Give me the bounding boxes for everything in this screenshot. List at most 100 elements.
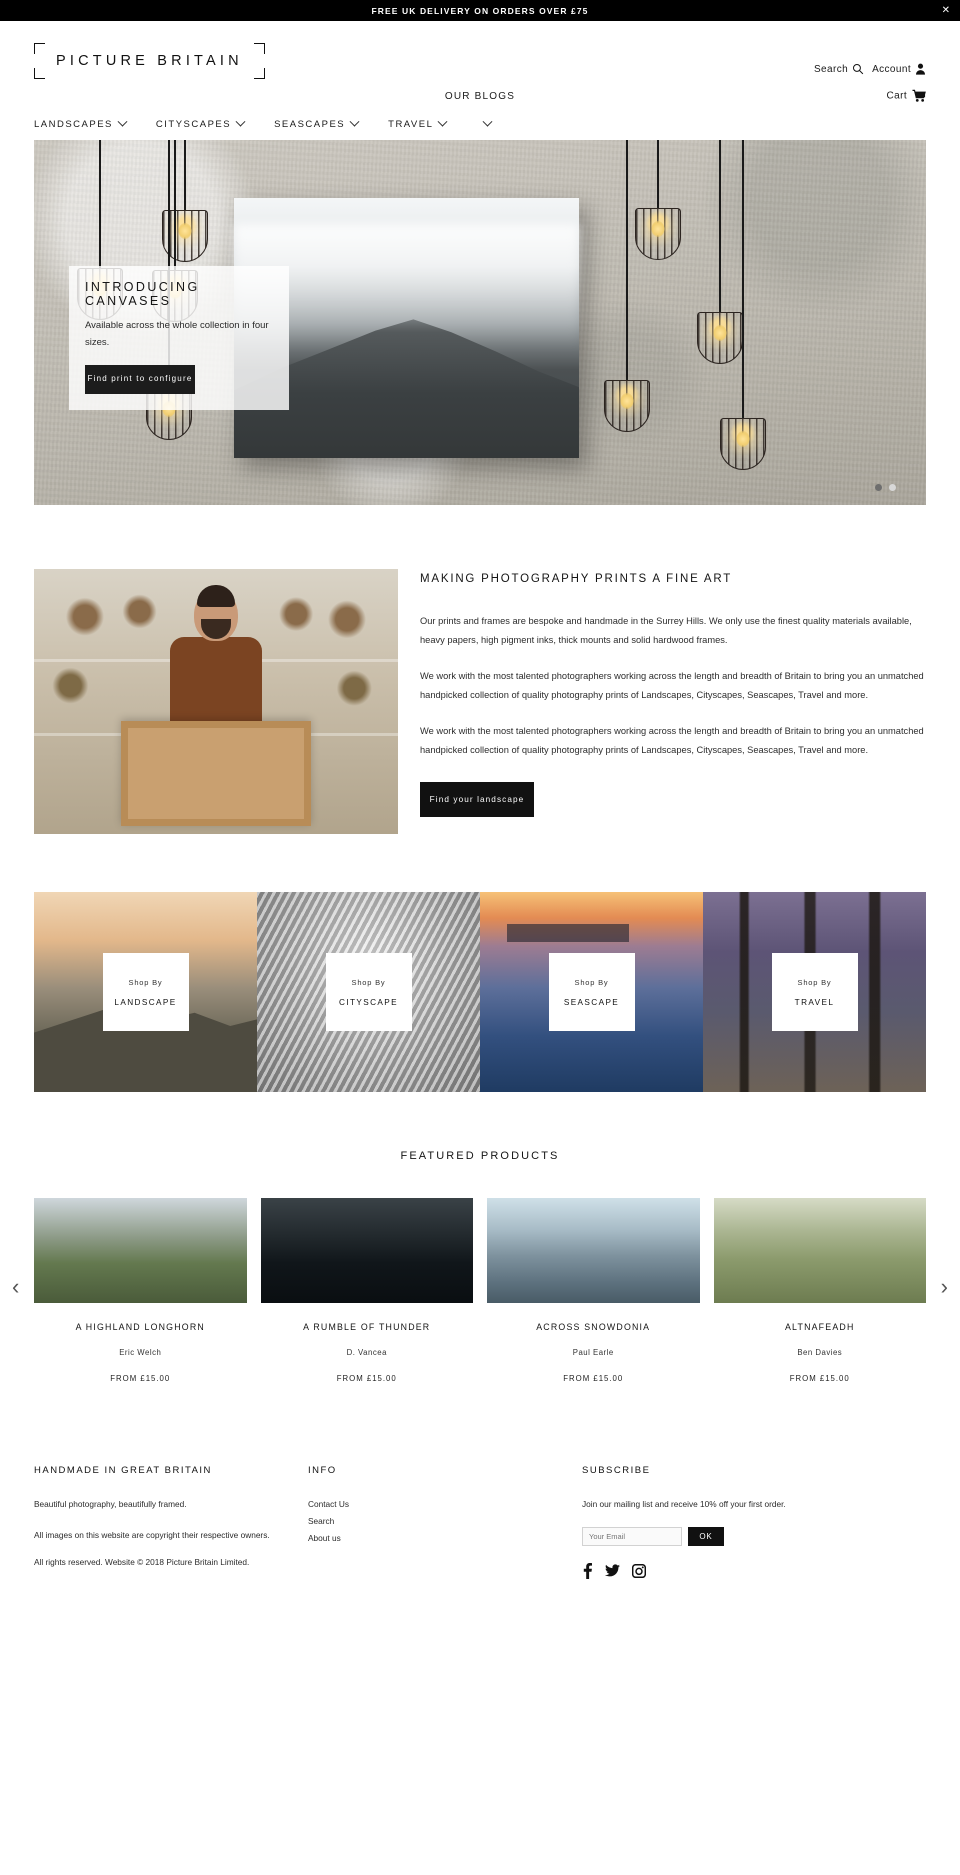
about-text-block: MAKING PHOTOGRAPHY PRINTS A FINE ART Our… <box>420 569 926 834</box>
subscribe-ok-button[interactable]: OK <box>688 1526 724 1546</box>
subscribe-form: OK <box>582 1526 926 1546</box>
nav-item-travel[interactable]: TRAVEL <box>388 116 448 130</box>
featured-products-carousel: ‹ › A HIGHLAND LONGHORN Eric Welch FROM … <box>0 1198 960 1383</box>
blog-row: OUR BLOGS Cart <box>0 79 960 113</box>
product-card[interactable]: ALTNAFEADH Ben Davies FROM £15.00 <box>713 1198 926 1383</box>
product-card[interactable]: ACROSS SNOWDONIA Paul Earle FROM £15.00 <box>487 1198 700 1383</box>
facebook-icon[interactable] <box>582 1562 593 1579</box>
nav-item-landscapes[interactable]: LANDSCAPES <box>34 116 128 130</box>
pendant-lamp-icon <box>604 140 650 432</box>
product-name: ALTNAFEADH <box>784 1322 855 1332</box>
picture-frame-box <box>121 721 311 826</box>
product-image <box>34 1198 247 1303</box>
hero-dot-1[interactable] <box>875 484 882 491</box>
product-name: ACROSS SNOWDONIA <box>536 1322 651 1332</box>
logo-corner-bottom-right-icon <box>253 68 265 79</box>
category-tiles: Shop By LANDSCAPE Shop By CITYSCAPE Shop… <box>34 892 926 1092</box>
category-name: CITYSCAPE <box>338 997 398 1007</box>
product-name: A HIGHLAND LONGHORN <box>75 1322 205 1332</box>
footer-link-about-us[interactable]: About us <box>308 1530 558 1547</box>
logo-text: PICTURE BRITAIN <box>56 53 243 69</box>
product-image <box>713 1198 926 1303</box>
product-artist: D. Vancea <box>346 1348 387 1357</box>
product-artist: Paul Earle <box>572 1348 614 1357</box>
product-card[interactable]: A RUMBLE OF THUNDER D. Vancea FROM £15.0… <box>260 1198 473 1383</box>
about-paragraph-1: Our prints and frames are bespoke and ha… <box>420 616 912 646</box>
category-tile-seascape[interactable]: Shop By SEASCAPE <box>480 892 703 1092</box>
chevron-down-icon[interactable] <box>235 116 246 127</box>
chevron-down-icon[interactable] <box>437 116 448 127</box>
product-card[interactable]: A HIGHLAND LONGHORN Eric Welch FROM £15.… <box>34 1198 247 1383</box>
main-navigation: LANDSCAPES CITYSCAPES SEASCAPES TRAVEL <box>0 113 960 140</box>
category-tile-travel[interactable]: Shop By TRAVEL <box>703 892 926 1092</box>
hero-banner: INTRODUCING CANVASES Available across th… <box>34 140 926 505</box>
twitter-icon[interactable] <box>605 1564 620 1577</box>
product-price: FROM £15.00 <box>789 1374 850 1383</box>
product-price: FROM £15.00 <box>336 1374 397 1383</box>
person-hair <box>197 585 235 607</box>
footer-heading-info: INFO <box>308 1465 337 1476</box>
footer-link-contact-us[interactable]: Contact Us <box>308 1496 558 1513</box>
site-logo[interactable]: PICTURE BRITAIN <box>34 43 265 79</box>
pendant-lamp-icon <box>720 140 766 470</box>
site-header: PICTURE BRITAIN Search Account <box>0 21 960 79</box>
logo-corner-top-left-icon <box>34 43 45 54</box>
category-card: Shop By SEASCAPE <box>548 953 635 1031</box>
category-card: Shop By TRAVEL <box>771 953 858 1031</box>
category-tile-landscape[interactable]: Shop By LANDSCAPE <box>34 892 257 1092</box>
cart-link[interactable]: Cart <box>886 89 927 103</box>
logo-corner-top-right-icon <box>253 43 265 54</box>
nav-more-chevron-down-icon[interactable] <box>482 116 493 127</box>
search-label: Search <box>813 63 849 75</box>
email-field[interactable] <box>582 1526 682 1546</box>
about-title: MAKING PHOTOGRAPHY PRINTS A FINE ART <box>420 573 733 585</box>
footer-tagline: Beautiful photography, beautifully frame… <box>34 1499 187 1509</box>
footer-heading-handmade: HANDMADE IN GREAT BRITAIN <box>34 1465 212 1476</box>
shop-by-label: Shop By <box>797 977 832 987</box>
account-label: Account <box>872 63 911 75</box>
subscribe-description: Join our mailing list and receive 10% of… <box>582 1499 786 1509</box>
shop-by-label: Shop By <box>128 977 163 987</box>
person-head <box>194 585 238 641</box>
featured-products-heading: FEATURED PRODUCTS <box>400 1150 560 1162</box>
search-link[interactable]: Search <box>814 63 864 75</box>
category-card: Shop By CITYSCAPE <box>325 953 412 1031</box>
person-illustration <box>170 585 262 739</box>
hero-cta-button[interactable]: Find print to configure <box>85 365 195 395</box>
account-link[interactable]: Account <box>872 63 926 75</box>
close-icon[interactable]: ✕ <box>942 5 950 16</box>
cart-label: Cart <box>886 90 907 102</box>
about-paragraph-2: We work with the most talented photograp… <box>420 671 924 701</box>
instagram-icon[interactable] <box>632 1563 646 1578</box>
hero-dot-2[interactable] <box>889 484 896 491</box>
announcement-text: FREE UK DELIVERY ON ORDERS OVER £75 <box>371 5 589 16</box>
product-artist: Eric Welch <box>119 1348 162 1357</box>
nav-item-cityscapes[interactable]: CITYSCAPES <box>155 116 246 130</box>
about-paragraph-3: We work with the most talented photograp… <box>420 726 924 756</box>
carousel-prev-arrow-icon[interactable]: ‹ <box>12 1276 19 1298</box>
footer-heading-subscribe: SUBSCRIBE <box>582 1465 651 1476</box>
about-image <box>34 569 398 834</box>
carousel-next-arrow-icon[interactable]: › <box>941 1276 948 1298</box>
nav-item-seascapes[interactable]: SEASCAPES <box>274 116 360 130</box>
footer-column-subscribe: SUBSCRIBE Join our mailing list and rece… <box>582 1465 926 1579</box>
hero-text-overlay: INTRODUCING CANVASES Available across th… <box>69 266 289 411</box>
category-tile-cityscape[interactable]: Shop By CITYSCAPE <box>257 892 480 1092</box>
footer-link-search[interactable]: Search <box>308 1513 558 1530</box>
hero-subtitle: Available across the whole collection in… <box>85 320 269 348</box>
nav-label: SEASCAPES <box>274 119 346 130</box>
hero-carousel-dots <box>875 484 896 491</box>
our-blogs-link[interactable]: OUR BLOGS <box>445 91 515 102</box>
chevron-down-icon[interactable] <box>117 116 128 127</box>
category-name: SEASCAPE <box>563 997 620 1007</box>
about-cta-button[interactable]: Find your landscape <box>420 782 534 818</box>
category-name: LANDSCAPE <box>114 997 177 1007</box>
nav-label: CITYSCAPES <box>155 119 232 130</box>
site-footer: HANDMADE IN GREAT BRITAIN Beautiful phot… <box>34 1455 926 1579</box>
chevron-down-icon[interactable] <box>349 116 360 127</box>
footer-copyright-notice: All images on this website are copyright… <box>34 1529 270 1540</box>
cart-icon <box>912 89 926 103</box>
product-image <box>260 1198 473 1303</box>
product-price: FROM £15.00 <box>563 1374 624 1383</box>
header-utility-links: Search Account <box>814 63 926 75</box>
